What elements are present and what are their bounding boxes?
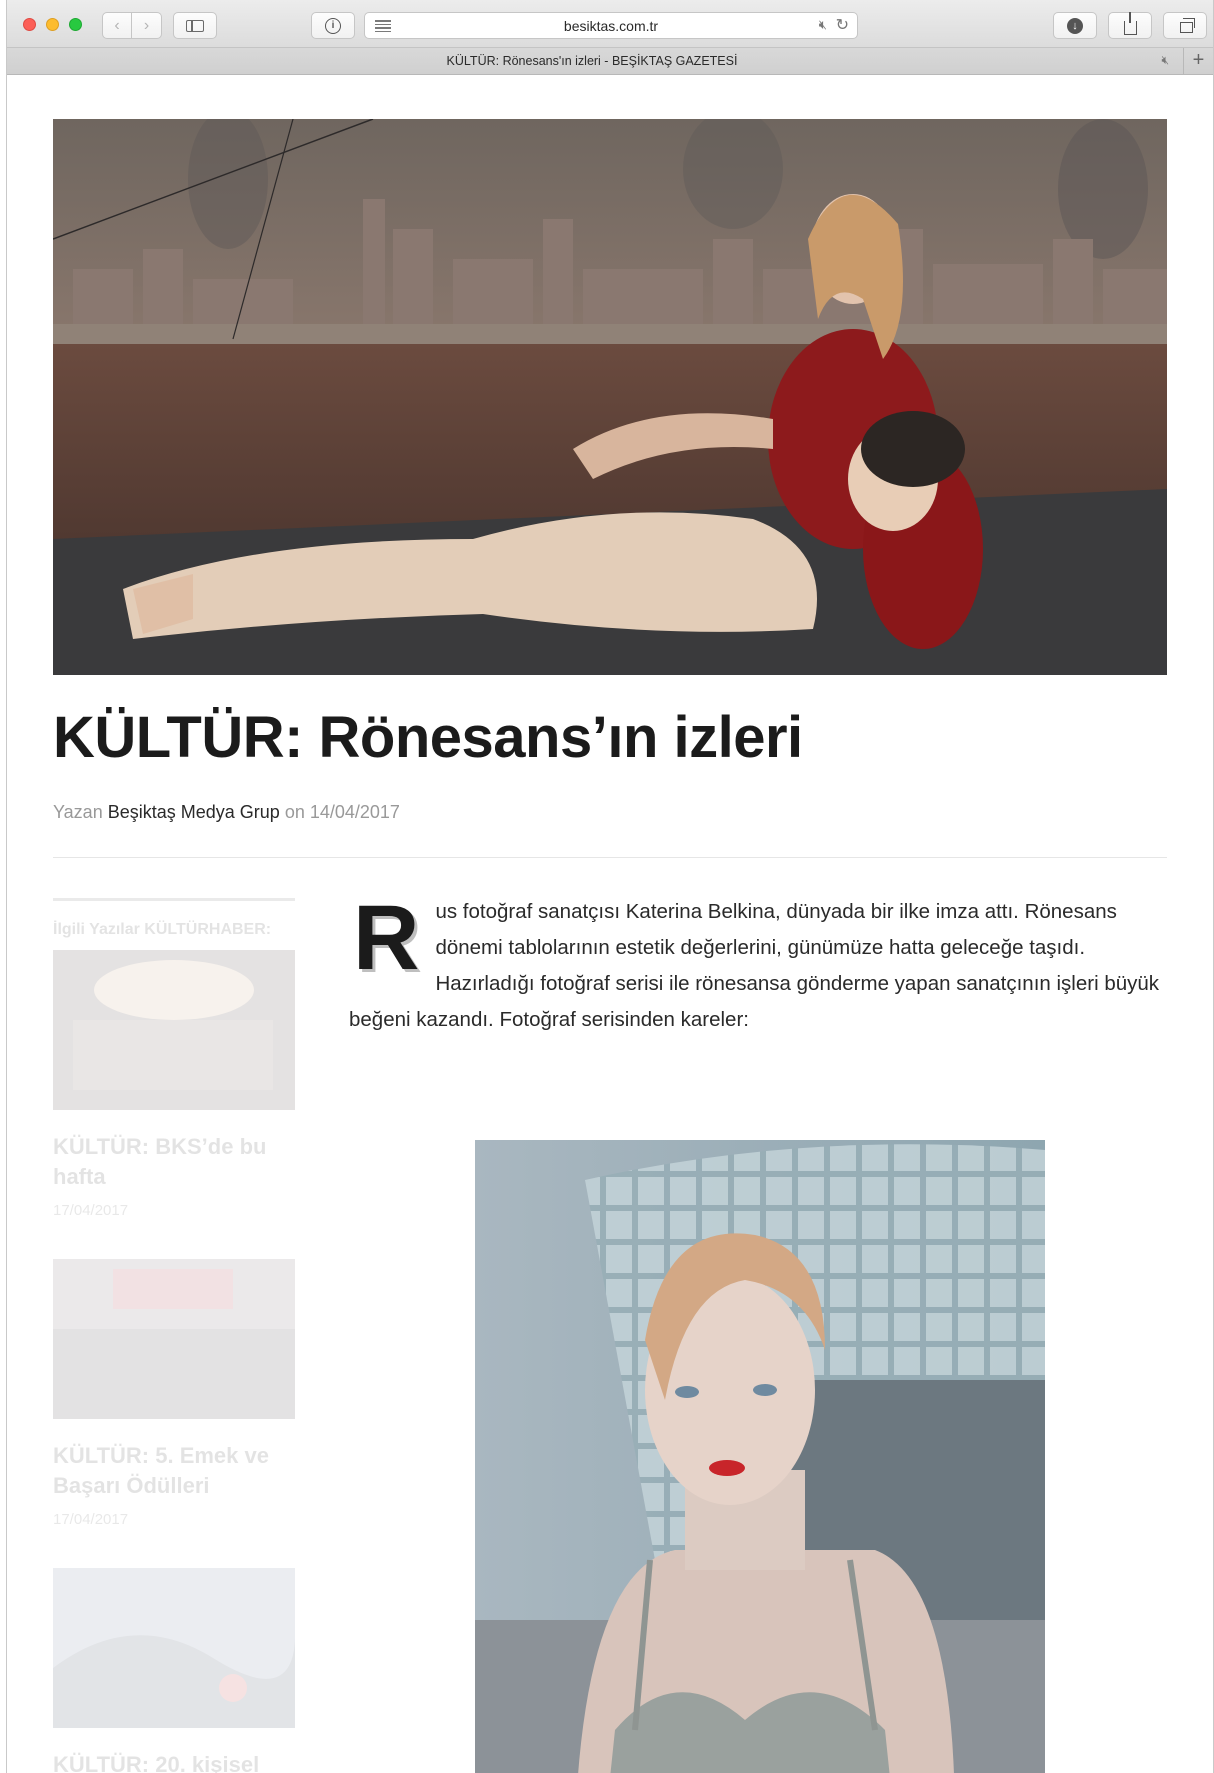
article-body: R us fotoğraf sanatçısı Katerina Belkina… <box>349 887 1167 1038</box>
byline-date: 14/04/2017 <box>309 802 400 822</box>
speaker-mute-icon[interactable]: 🔇︎ <box>1161 53 1169 68</box>
browser-window: ‹ › i besiktas.com.tr 🔇︎ ↻ ↓ KÜLTÜR: Rön… <box>6 0 1214 1773</box>
byline-connector: on <box>284 802 305 822</box>
sidebar-button[interactable] <box>173 12 217 39</box>
byline: Yazan Beşiktaş Medya Grup on 14/04/2017 <box>53 802 400 823</box>
share-button[interactable] <box>1108 11 1152 39</box>
related-date: 17/04/2017 <box>53 1202 129 1219</box>
related-heading: İlgili Yazılar KÜLTÜRHABER: <box>53 921 272 938</box>
reload-icon[interactable]: ↻ <box>836 15 849 35</box>
tabs-icon <box>1180 17 1195 33</box>
hero-image <box>53 119 1167 675</box>
chevron-left-icon: ‹ <box>114 16 120 34</box>
related-title[interactable]: KÜLTÜR: BKS’de bu hafta <box>53 1132 283 1192</box>
tab-bar: KÜLTÜR: Rönesans'ın izleri - BEŞİKTAŞ GA… <box>7 48 1213 75</box>
related-thumbnail[interactable] <box>53 1259 295 1419</box>
related-item[interactable]: KÜLTÜR: 20. kişisel <box>53 1568 301 1773</box>
byline-author-link[interactable]: Beşiktaş Medya Grup <box>108 802 280 822</box>
browser-toolbar: ‹ › i besiktas.com.tr 🔇︎ ↻ ↓ <box>7 0 1213 48</box>
back-button[interactable]: ‹ <box>102 12 132 39</box>
related-rule <box>53 898 295 901</box>
related-date: 17/04/2017 <box>53 1511 129 1528</box>
chevron-right-icon: › <box>143 16 150 34</box>
article-photo <box>475 1140 1045 1773</box>
speaker-mute-icon[interactable]: 🔇︎ <box>819 17 827 33</box>
related-title[interactable]: KÜLTÜR: 20. kişisel <box>53 1750 283 1773</box>
article-paragraph: us fotoğraf sanatçısı Katerina Belkina, … <box>349 900 1160 1031</box>
reader-icon[interactable] <box>375 20 391 32</box>
minimize-window-button[interactable] <box>46 18 59 31</box>
address-bar[interactable]: besiktas.com.tr 🔇︎ ↻ <box>364 12 858 39</box>
share-icon <box>1123 11 1137 35</box>
forward-button[interactable]: › <box>132 12 162 39</box>
title-divider <box>53 857 1167 858</box>
related-title[interactable]: KÜLTÜR: 5. Emek ve Başarı Ödülleri <box>53 1441 283 1501</box>
related-thumbnail[interactable] <box>53 950 295 1110</box>
new-tab-button[interactable]: + <box>1183 48 1213 74</box>
plus-icon: + <box>1192 49 1205 71</box>
close-window-button[interactable] <box>23 18 36 31</box>
related-posts: İlgili Yazılar KÜLTÜRHABER: KÜLTÜR: BKS’… <box>53 898 301 1773</box>
tab-title[interactable]: KÜLTÜR: Rönesans'ın izleri - BEŞİKTAŞ GA… <box>7 54 1177 68</box>
dropcap-letter: R <box>353 887 420 989</box>
history-nav: ‹ › <box>102 12 162 39</box>
url-text: besiktas.com.tr <box>563 17 659 34</box>
privacy-report-button[interactable]: i <box>311 12 355 39</box>
related-item[interactable]: KÜLTÜR: BKS’de bu hafta 17/04/2017 <box>53 950 301 1219</box>
related-thumbnail[interactable] <box>53 1568 295 1728</box>
related-item[interactable]: KÜLTÜR: 5. Emek ve Başarı Ödülleri 17/04… <box>53 1259 301 1528</box>
downloads-button[interactable]: ↓ <box>1053 12 1097 39</box>
sidebar-icon <box>186 19 204 32</box>
download-icon: ↓ <box>1067 17 1083 34</box>
zoom-window-button[interactable] <box>69 18 82 31</box>
byline-prefix: Yazan <box>53 802 103 822</box>
article-title: KÜLTÜR: Rönesans’ın izleri <box>53 705 803 770</box>
info-icon: i <box>325 17 341 34</box>
show-tabs-button[interactable] <box>1163 12 1207 39</box>
